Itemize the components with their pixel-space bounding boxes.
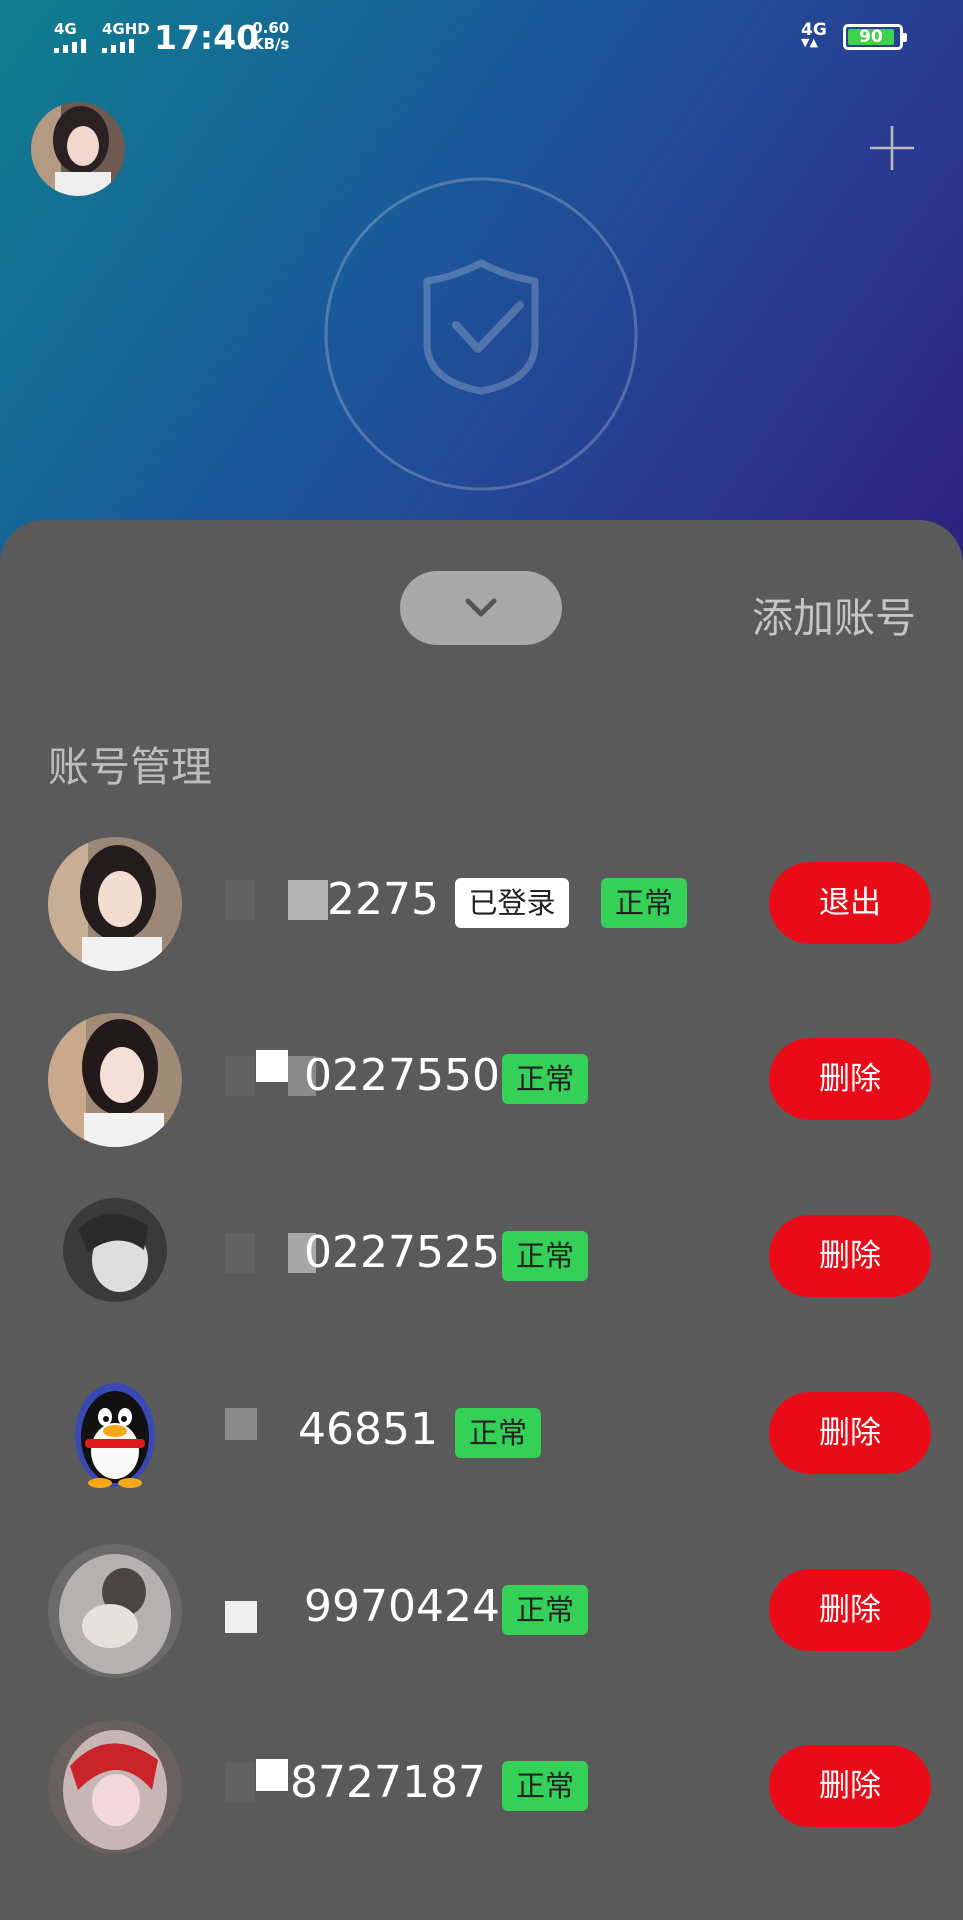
avatar-image	[31, 102, 125, 196]
avatar	[48, 1013, 182, 1147]
profile-avatar[interactable]	[31, 102, 125, 196]
account-number: 2275	[327, 874, 439, 925]
masked-digits	[256, 1759, 288, 1791]
masked-digits	[225, 1233, 255, 1273]
delete-button[interactable]: 删除	[769, 1745, 931, 1827]
account-row[interactable]: 0227550 正常 删除	[0, 1008, 963, 1148]
network-speed-unit: KB/s	[252, 35, 290, 53]
logout-button[interactable]: 退出	[769, 862, 931, 944]
penguin-icon	[48, 1367, 182, 1501]
header-banner: 4G 4GHD 17:40 0.60 KB/s 4G ▼▲ 90	[0, 0, 963, 580]
network-speed: 0.60 KB/s	[252, 20, 289, 52]
collapse-button[interactable]	[400, 571, 562, 645]
masked-digits	[256, 1050, 288, 1082]
avatar	[48, 837, 182, 971]
logged-in-badge: 已登录	[455, 878, 569, 928]
account-number: 0227525	[304, 1227, 500, 1278]
avatar	[48, 1720, 182, 1854]
masked-digits	[225, 1601, 257, 1633]
avatar	[48, 1190, 182, 1324]
status-badge: 正常	[601, 878, 687, 928]
masked-digits	[225, 1408, 257, 1440]
status-badge: 正常	[502, 1585, 588, 1635]
avatar	[48, 1367, 182, 1501]
battery-level: 90	[848, 29, 894, 46]
network-speed-value: 0.60	[252, 19, 290, 37]
sim2-signal: 4GHD	[102, 22, 150, 53]
account-number: 46851	[298, 1404, 438, 1455]
add-account-button[interactable]: 添加账号	[752, 584, 916, 644]
account-number: 8727187	[290, 1757, 486, 1808]
account-number: 9970424	[304, 1581, 500, 1632]
status-badge: 正常	[502, 1231, 588, 1281]
battery-icon: 90	[843, 24, 907, 50]
masked-digits	[225, 1763, 255, 1803]
chevron-down-icon	[465, 598, 497, 617]
section-title: 账号管理	[48, 743, 212, 791]
signal-bars-icon	[102, 39, 134, 53]
status-badge: 正常	[455, 1408, 541, 1458]
sim1-signal: 4G	[54, 22, 86, 53]
clock: 17:40	[154, 18, 260, 57]
masked-digits	[225, 1056, 255, 1096]
account-row[interactable]: 0227525 正常 删除	[0, 1185, 963, 1325]
avatar	[48, 1544, 182, 1678]
masked-digits	[288, 880, 328, 920]
account-row[interactable]: 9970424 正常 删除	[0, 1539, 963, 1679]
masked-digits	[225, 880, 255, 920]
shield-check-icon	[322, 175, 640, 493]
network-type: 4G ▼▲	[801, 22, 827, 49]
delete-button[interactable]: 删除	[769, 1392, 931, 1474]
status-bar: 4G 4GHD 17:40 0.60 KB/s 4G ▼▲ 90	[0, 0, 963, 76]
account-row[interactable]: 2275 已登录 正常 退出	[0, 832, 963, 972]
account-number: 0227550	[304, 1050, 500, 1101]
status-badge: 正常	[502, 1761, 588, 1811]
sim1-label: 4G	[54, 20, 77, 38]
account-row[interactable]: 8727187 正常 删除	[0, 1715, 963, 1855]
account-row[interactable]: 46851 正常 删除	[0, 1362, 963, 1502]
plus-icon[interactable]	[868, 124, 916, 172]
delete-button[interactable]: 删除	[769, 1038, 931, 1120]
delete-button[interactable]: 删除	[769, 1215, 931, 1297]
signal-bars-icon	[54, 39, 86, 53]
delete-button[interactable]: 删除	[769, 1569, 931, 1651]
status-badge: 正常	[502, 1054, 588, 1104]
sim2-label: 4GHD	[102, 20, 150, 38]
